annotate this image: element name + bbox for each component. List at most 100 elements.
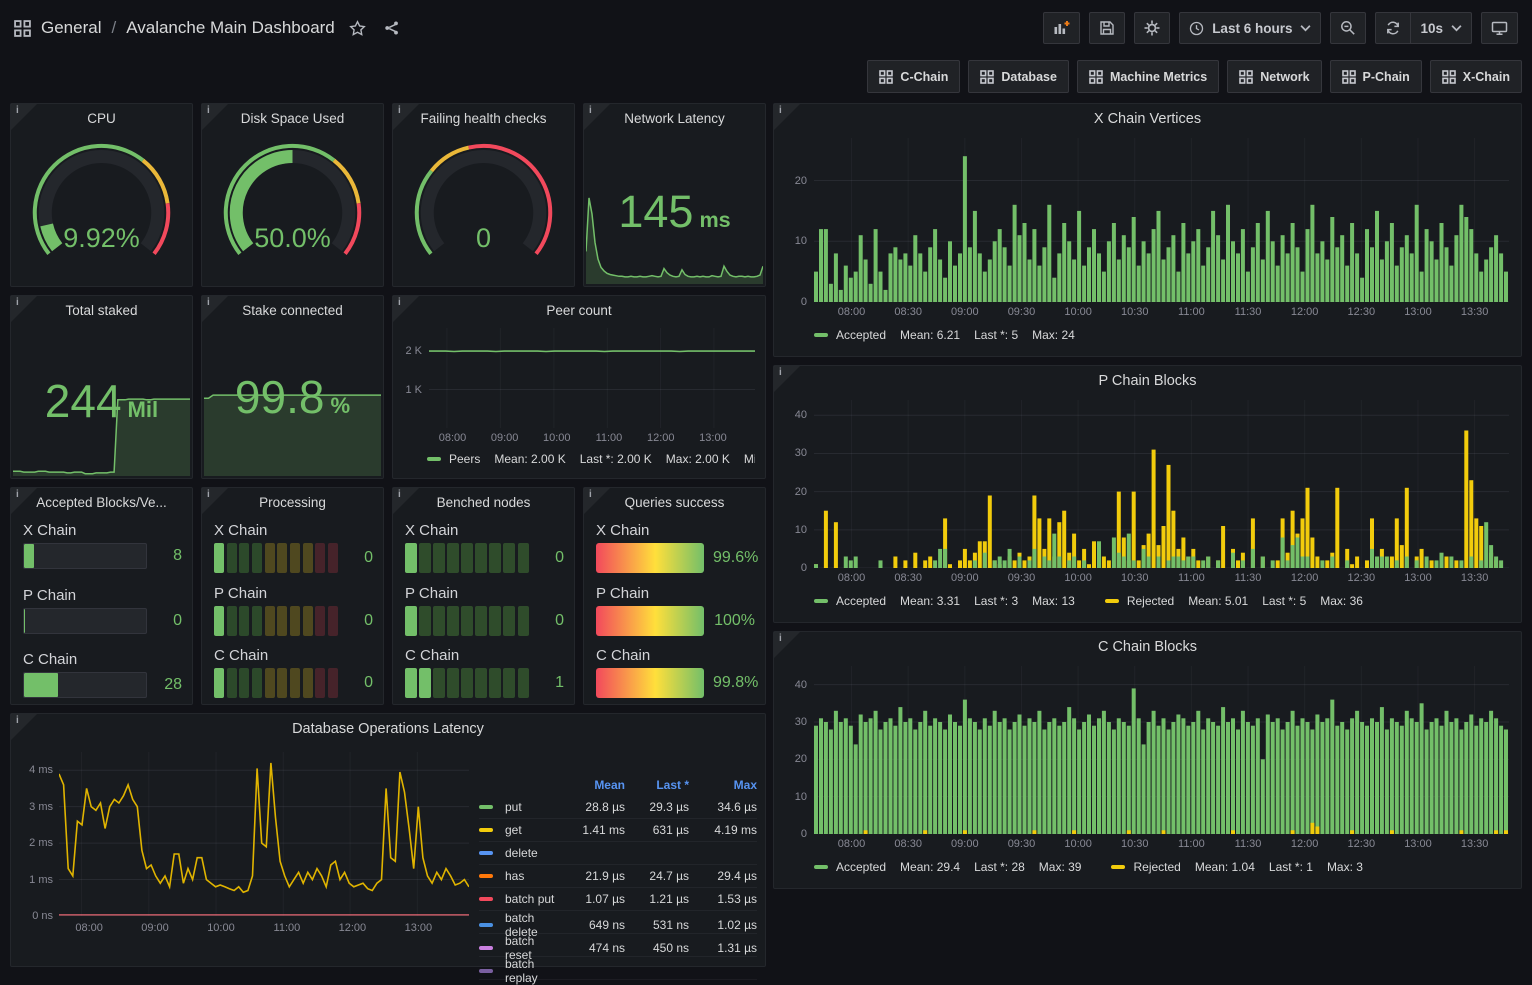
panel-info-icon[interactable]: i: [774, 104, 800, 130]
dashboard-link-c-chain[interactable]: C-Chain: [867, 60, 960, 93]
panel-info-icon[interactable]: i: [11, 104, 37, 130]
x-axis: 08:0008:3009:0009:3010:0010:3011:0011:30…: [814, 838, 1509, 854]
chart-legend[interactable]: PeersMean: 2.00 KLast *: 2.00 KMax: 2.00…: [427, 452, 755, 466]
legend-item[interactable]: RejectedMean: 1.04Last *: 1Max: 3: [1111, 860, 1376, 874]
panel-info-icon[interactable]: i: [393, 104, 419, 130]
dashboard-link-machine-metrics[interactable]: Machine Metrics: [1077, 60, 1219, 93]
panel-title[interactable]: Disk Space Used: [202, 104, 383, 131]
x-axis: 08:0008:3009:0009:3010:0010:3011:0011:30…: [814, 572, 1509, 588]
panel-info-icon[interactable]: i: [11, 488, 37, 514]
panel-accepted-blocks: i Accepted Blocks/Ve... X Chain8P Chain0…: [10, 487, 193, 705]
x-axis: 08:0008:3009:0009:3010:0010:3011:0011:30…: [814, 306, 1509, 322]
share-icon[interactable]: [380, 18, 404, 38]
cycle-view-mode-button[interactable]: [1481, 12, 1518, 44]
panel-p-chain-blocks: i P Chain Blocks 010203040 08:0008:3009:…: [773, 365, 1522, 623]
panel-title[interactable]: Network Latency: [584, 104, 765, 131]
y-axis: 0 ns1 ms2 ms3 ms4 ms: [21, 752, 59, 916]
panel-title[interactable]: Failing health checks: [393, 104, 574, 131]
failing-health-gauge[interactable]: 0: [401, 136, 566, 278]
breadcrumb-section[interactable]: General: [41, 18, 101, 38]
panel-info-icon[interactable]: i: [11, 296, 37, 322]
processing-segments: X Chain0P Chain0C Chain0: [214, 522, 373, 698]
panel-title[interactable]: X Chain Vertices: [774, 104, 1521, 131]
db-latency-chart[interactable]: [59, 752, 469, 916]
legend-item[interactable]: RejectedMean: 5.01Last *: 5Max: 36: [1105, 594, 1377, 608]
chevron-down-icon: [1300, 24, 1311, 32]
panel-info-icon[interactable]: i: [393, 296, 419, 322]
legend-table-row: batch replay: [479, 957, 757, 980]
time-range-picker[interactable]: Last 6 hours: [1179, 12, 1321, 44]
panel-info-icon[interactable]: i: [584, 488, 610, 514]
segment-gauge-row: C Chain1: [405, 647, 564, 698]
p-chain-blocks-chart[interactable]: [814, 400, 1509, 568]
panel-info-icon[interactable]: i: [202, 104, 228, 130]
accepted-blocks-bars: X Chain8P Chain0C Chain28: [23, 522, 182, 698]
legend-item[interactable]: AcceptedMean: 3.31Last *: 3Max: 13: [814, 594, 1089, 608]
panel-title[interactable]: Accepted Blocks/Ve...: [11, 488, 192, 515]
panel-title[interactable]: Benched nodes: [393, 488, 574, 515]
x-chain-vertices-chart[interactable]: [814, 138, 1509, 302]
save-dashboard-button[interactable]: [1089, 12, 1125, 44]
cpu-gauge[interactable]: 9.92%: [19, 136, 184, 278]
panel-title[interactable]: Peer count: [393, 296, 765, 323]
dashboard-grid-icon: [1342, 70, 1356, 84]
y-axis: 01020: [784, 138, 814, 302]
zoom-out-button[interactable]: [1330, 12, 1366, 44]
legend-table-row: get1.41 ms631 µs4.19 ms: [479, 819, 757, 842]
panel-title[interactable]: Database Operations Latency: [11, 714, 765, 741]
panel-info-icon[interactable]: i: [774, 632, 800, 658]
dashboard-grid-icon: [879, 70, 893, 84]
chart-legend[interactable]: AcceptedMean: 6.21Last *: 5Max: 24: [814, 328, 1511, 342]
dashboard-grid: i CPU 9.92% i Disk Space Used 50.0% i Fa…: [0, 95, 1532, 975]
panel-info-icon[interactable]: i: [584, 104, 610, 130]
c-chain-blocks-chart[interactable]: [814, 666, 1509, 834]
bar-gauge-row: P Chain0: [23, 587, 182, 634]
bar-gauge-row: C Chain28: [23, 651, 182, 698]
dashboard-links: C-ChainDatabaseMachine MetricsNetwork P-C…: [0, 56, 1532, 93]
panel-info-icon[interactable]: i: [202, 488, 228, 514]
dashboard-link-database[interactable]: Database: [968, 60, 1069, 93]
panel-title[interactable]: Processing: [202, 488, 383, 515]
top-nav-bar: General / Avalanche Main Dashboard: [0, 0, 1532, 56]
x-axis: 08:0009:0010:0011:0012:0013:00: [435, 432, 753, 448]
panel-info-icon[interactable]: i: [393, 488, 419, 514]
dashboard-settings-button[interactable]: [1134, 12, 1170, 44]
disk-gauge[interactable]: 50.0%: [210, 136, 375, 278]
star-icon[interactable]: [345, 18, 370, 39]
dashboard-grid-icon: [980, 70, 994, 84]
y-axis: 010203040: [784, 666, 814, 834]
chevron-down-icon: [1451, 24, 1462, 32]
panel-title[interactable]: C Chain Blocks: [774, 632, 1521, 659]
panel-stake-connected: i Stake connected 99.8%: [201, 295, 384, 479]
dashboard-link-p-chain[interactable]: P-Chain: [1330, 60, 1422, 93]
panel-cpu: i CPU 9.92%: [10, 103, 193, 287]
dashboard-grid-icon[interactable]: [14, 20, 31, 37]
dashboard-link-x-chain[interactable]: X-Chain: [1430, 60, 1522, 93]
panel-title[interactable]: CPU: [11, 104, 192, 131]
add-panel-button[interactable]: [1043, 12, 1080, 44]
peer-count-chart[interactable]: [429, 328, 755, 428]
panel-title[interactable]: Total staked: [11, 296, 192, 323]
segment-gauge-row: X Chain0: [214, 522, 373, 573]
panel-title[interactable]: Queries success: [584, 488, 765, 515]
dashboard-grid-icon: [1442, 70, 1456, 84]
panel-peer-count: i Peer count 1 K2 K 08:0009:0010:0011:00…: [392, 295, 766, 479]
dashboard-grid-icon: [1089, 70, 1103, 84]
panel-database-operations-latency: i Database Operations Latency 0 ns1 ms2 …: [10, 713, 766, 967]
panel-info-icon[interactable]: i: [202, 296, 228, 322]
chart-legend[interactable]: AcceptedMean: 29.4Last *: 28Max: 39 Rejec…: [814, 860, 1511, 874]
refresh-interval-picker[interactable]: 10s: [1410, 12, 1472, 44]
segment-gauge-row: P Chain0: [214, 585, 373, 636]
panel-title[interactable]: P Chain Blocks: [774, 366, 1521, 393]
network-latency-value: 145ms: [584, 186, 765, 238]
legend-item[interactable]: AcceptedMean: 29.4Last *: 28Max: 39: [814, 860, 1095, 874]
panel-network-latency: i Network Latency 145ms: [583, 103, 766, 287]
chart-legend[interactable]: AcceptedMean: 3.31Last *: 3Max: 13 Reject…: [814, 594, 1511, 608]
legend-item[interactable]: AcceptedMean: 6.21Last *: 5Max: 24: [814, 328, 1089, 342]
panel-info-icon[interactable]: i: [774, 366, 800, 392]
refresh-button[interactable]: [1375, 12, 1410, 44]
panel-title[interactable]: Stake connected: [202, 296, 383, 323]
legend-item[interactable]: PeersMean: 2.00 KLast *: 2.00 KMax: 2.00…: [427, 452, 755, 466]
panel-info-icon[interactable]: i: [11, 714, 37, 740]
dashboard-link-network[interactable]: Network: [1227, 60, 1321, 93]
